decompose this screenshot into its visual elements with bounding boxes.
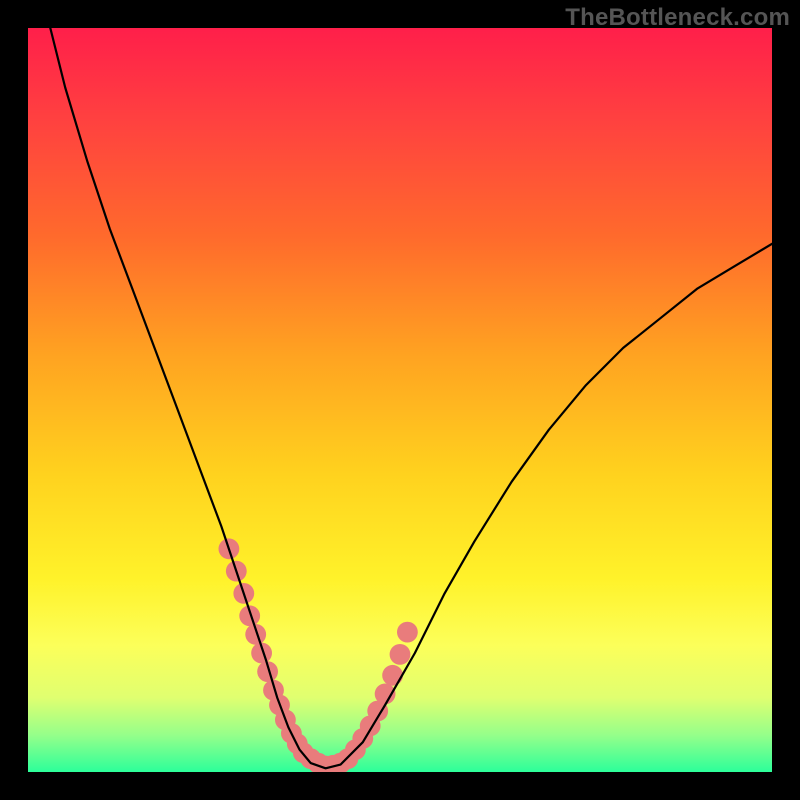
marker-group <box>219 538 418 772</box>
plot-area <box>28 28 772 772</box>
bottleneck-curve <box>50 28 772 768</box>
marker-dot <box>382 665 403 686</box>
marker-dot <box>390 644 411 665</box>
chart-svg <box>28 28 772 772</box>
marker-dot <box>397 622 418 643</box>
chart-frame: TheBottleneck.com <box>0 0 800 800</box>
